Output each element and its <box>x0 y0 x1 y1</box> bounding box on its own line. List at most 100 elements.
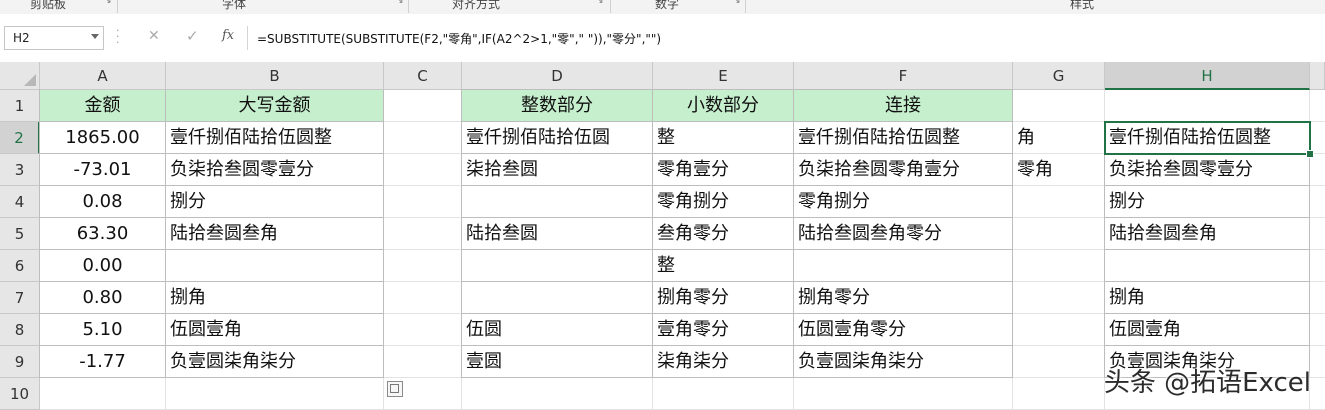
cell-a9[interactable]: -1.77 <box>40 346 166 378</box>
column-header-h[interactable]: H <box>1105 62 1310 90</box>
cell-f1[interactable]: 连接 <box>794 90 1013 122</box>
row-header-6[interactable]: 6 <box>0 250 40 282</box>
dialog-launcher-icon[interactable]: ↘ <box>104 0 112 6</box>
cell-b1[interactable]: 大写金额 <box>166 90 384 122</box>
row-header-9[interactable]: 9 <box>0 346 40 378</box>
cell-d2[interactable]: 壹仟捌佰陆拾伍圆 <box>462 122 653 154</box>
quick-analysis-icon[interactable] <box>387 381 403 397</box>
cell-f8[interactable]: 伍圆壹角零分 <box>794 314 1013 346</box>
name-box[interactable]: H2 <box>4 26 104 50</box>
cell-h4[interactable]: 捌分 <box>1105 186 1310 218</box>
cell-a6[interactable]: 0.00 <box>40 250 166 282</box>
column-header-e[interactable]: E <box>653 62 794 90</box>
cell-f5[interactable]: 陆拾叁圆叁角零分 <box>794 218 1013 250</box>
worksheet-grid[interactable]: A B C D E F G H 1 2 3 4 5 6 7 8 9 10 金额 1865.00 -73.01 0.08 63… <box>0 62 1325 410</box>
cell-g2[interactable]: 角 <box>1013 122 1105 154</box>
formula-input[interactable]: =SUBSTITUTE(SUBSTITUTE(F2,"零角",IF(A2^2>1… <box>257 30 661 47</box>
cell-g8[interactable] <box>1013 314 1105 346</box>
cell-g4[interactable] <box>1013 186 1105 218</box>
column-header-g[interactable]: G <box>1013 62 1105 90</box>
column-header-d[interactable]: D <box>462 62 653 90</box>
ribbon-group-label: 字体 <box>222 0 247 11</box>
cell-d3[interactable]: 柒拾叁圆 <box>462 154 653 186</box>
cell-h3[interactable]: 负柒拾叁圆零壹分 <box>1105 154 1310 186</box>
cell-f2[interactable]: 壹仟捌佰陆拾伍圆整 <box>794 122 1013 154</box>
cell-b6[interactable] <box>166 250 384 282</box>
drag-handle-icon[interactable]: · · · <box>116 25 120 48</box>
cell-g7[interactable] <box>1013 282 1105 314</box>
cell-a4[interactable]: 0.08 <box>40 186 166 218</box>
cell-d1[interactable]: 整数部分 <box>462 90 653 122</box>
cell-b8[interactable]: 伍圆壹角 <box>166 314 384 346</box>
column-header-b[interactable]: B <box>166 62 384 90</box>
cell-e2[interactable]: 整 <box>653 122 794 154</box>
cell-h6[interactable] <box>1105 250 1310 282</box>
cell-d4[interactable] <box>462 186 653 218</box>
cell-f6[interactable] <box>794 250 1013 282</box>
cell-b4[interactable]: 捌分 <box>166 186 384 218</box>
cell-f4[interactable]: 零角捌分 <box>794 186 1013 218</box>
ribbon-group-labels: 剪贴板 字体 对齐方式 数字 样式 ↘ ↘ ↘ ↘ <box>0 0 1325 15</box>
cell-g5[interactable] <box>1013 218 1105 250</box>
cell-a3[interactable]: -73.01 <box>40 154 166 186</box>
cell-b2[interactable]: 壹仟捌佰陆拾伍圆整 <box>166 122 384 154</box>
cell-a5[interactable]: 63.30 <box>40 218 166 250</box>
dialog-launcher-icon[interactable]: ↘ <box>396 0 404 6</box>
cell-e9[interactable]: 柒角柒分 <box>653 346 794 378</box>
cell-a8[interactable]: 5.10 <box>40 314 166 346</box>
cell-b5[interactable]: 陆拾叁圆叁角 <box>166 218 384 250</box>
cell-d9[interactable]: 壹圆 <box>462 346 653 378</box>
cell-h5[interactable]: 陆拾叁圆叁角 <box>1105 218 1310 250</box>
chevron-down-icon[interactable] <box>91 34 99 39</box>
cell-e5[interactable]: 叁角零分 <box>653 218 794 250</box>
column-header-overflow <box>1310 62 1325 90</box>
dialog-launcher-icon[interactable]: ↘ <box>596 0 604 6</box>
cell-a1[interactable]: 金额 <box>40 90 166 122</box>
cell-e8[interactable]: 壹角零分 <box>653 314 794 346</box>
cell-d5[interactable]: 陆拾叁圆 <box>462 218 653 250</box>
column-header-a[interactable]: A <box>40 62 166 90</box>
cell-h2[interactable]: 壹仟捌佰陆拾伍圆整 <box>1105 122 1310 154</box>
column-header-f[interactable]: F <box>794 62 1013 90</box>
formula-bar: H2 · · · ✕ ✓ fx =SUBSTITUTE(SUBSTITUTE(F2,… <box>0 14 1325 62</box>
cell-e7[interactable]: 捌角零分 <box>653 282 794 314</box>
cell-e3[interactable]: 零角壹分 <box>653 154 794 186</box>
cell-f3[interactable]: 负柒拾叁圆零角壹分 <box>794 154 1013 186</box>
row-header-3[interactable]: 3 <box>0 154 40 186</box>
ribbon-separator <box>408 0 409 13</box>
dialog-launcher-icon[interactable]: ↘ <box>733 0 741 6</box>
row-header-2[interactable]: 2 <box>0 122 40 154</box>
cell-d8[interactable]: 伍圆 <box>462 314 653 346</box>
row-header-1[interactable]: 1 <box>0 90 40 122</box>
row-header-4[interactable]: 4 <box>0 186 40 218</box>
cell-a2[interactable]: 1865.00 <box>40 122 166 154</box>
row-header-5[interactable]: 5 <box>0 218 40 250</box>
ribbon-separator <box>745 0 746 13</box>
cell-g3[interactable]: 零角 <box>1013 154 1105 186</box>
cell-f7[interactable]: 捌角零分 <box>794 282 1013 314</box>
row-header-10[interactable]: 10 <box>0 378 40 410</box>
cancel-icon[interactable]: ✕ <box>148 28 160 44</box>
cell-g9[interactable] <box>1013 346 1105 378</box>
cell-d7[interactable] <box>462 282 653 314</box>
cell-h7[interactable]: 捌角 <box>1105 282 1310 314</box>
cell-b3[interactable]: 负柒拾叁圆零壹分 <box>166 154 384 186</box>
row-header-7[interactable]: 7 <box>0 282 40 314</box>
row-header-8[interactable]: 8 <box>0 314 40 346</box>
cell-h8[interactable]: 伍圆壹角 <box>1105 314 1310 346</box>
select-all-corner[interactable] <box>0 62 40 90</box>
cell-e4[interactable]: 零角捌分 <box>653 186 794 218</box>
fill-handle[interactable] <box>1306 150 1314 158</box>
insert-function-icon[interactable]: fx <box>222 28 234 43</box>
cell-d6[interactable] <box>462 250 653 282</box>
column-header-c[interactable]: C <box>384 62 462 90</box>
cell-b9[interactable]: 负壹圆柒角柒分 <box>166 346 384 378</box>
cell-f9[interactable]: 负壹圆柒角柒分 <box>794 346 1013 378</box>
cell-e6[interactable]: 整 <box>653 250 794 282</box>
cell-g6[interactable] <box>1013 250 1105 282</box>
cell-e1[interactable]: 小数部分 <box>653 90 794 122</box>
cell-b7[interactable]: 捌角 <box>166 282 384 314</box>
enter-icon[interactable]: ✓ <box>186 27 199 45</box>
ribbon-separator <box>610 0 611 13</box>
cell-a7[interactable]: 0.80 <box>40 282 166 314</box>
